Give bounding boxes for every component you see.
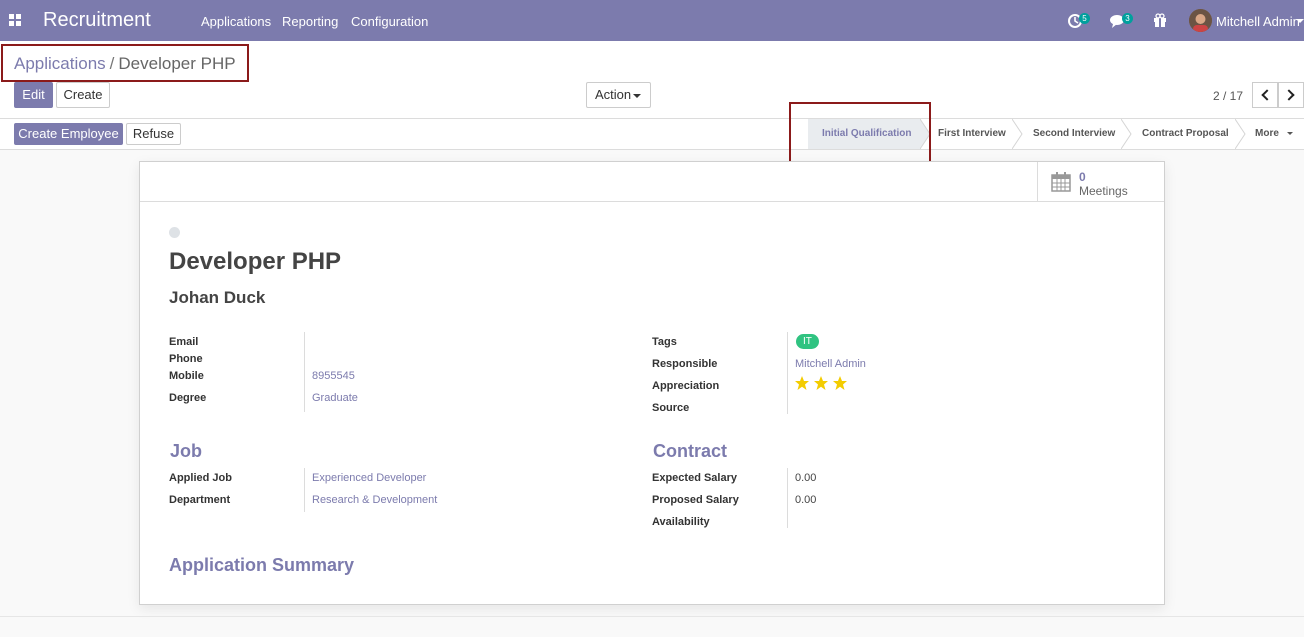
application-summary-title: Application Summary xyxy=(169,555,355,575)
job-group-title: Job xyxy=(170,441,203,461)
department-value[interactable]: Research & Development xyxy=(312,494,437,506)
field-divider xyxy=(304,332,305,412)
menu-configuration[interactable]: Configuration xyxy=(351,14,428,29)
pager-value[interactable]: 2 / 17 xyxy=(1213,89,1243,103)
source-label: Source xyxy=(652,402,690,414)
breadcrumb: Applications / Developer PHP xyxy=(14,54,236,74)
action-caret-icon xyxy=(633,94,641,98)
pager-next-button[interactable] xyxy=(1278,82,1304,108)
stage-arrow xyxy=(1235,119,1246,149)
field-divider xyxy=(787,332,788,414)
stage-arrow xyxy=(1121,119,1132,149)
breadcrumb-separator: / xyxy=(109,54,115,73)
degree-label: Degree xyxy=(169,392,207,404)
expected-salary-value[interactable]: 0.00 xyxy=(795,472,816,484)
proposed-salary-label: Proposed Salary xyxy=(652,494,739,506)
star-icon[interactable] xyxy=(832,375,848,391)
mobile-value[interactable]: 8955545 xyxy=(312,370,355,382)
applicant-title: Developer PHP xyxy=(169,248,342,275)
mobile-label: Mobile xyxy=(169,370,204,382)
menu-applications[interactable]: Applications xyxy=(201,14,271,29)
edit-button[interactable]: Edit xyxy=(14,82,53,108)
field-divider xyxy=(304,468,305,512)
contract-group-title: Contract xyxy=(653,441,728,461)
divider xyxy=(0,616,1304,617)
chevron-right-icon xyxy=(1283,89,1295,101)
gift-icon[interactable] xyxy=(1152,12,1170,30)
control-panel: Applications / Developer PHP xyxy=(0,41,1304,119)
breadcrumb-applications[interactable]: Applications xyxy=(14,54,106,73)
appreciation-label: Appreciation xyxy=(652,380,720,392)
stage-more-dropdown[interactable]: More xyxy=(1255,119,1293,149)
phone-label: Phone xyxy=(169,353,203,365)
app-title: Recruitment xyxy=(43,9,151,31)
stage-second-interview[interactable]: Second Interview xyxy=(1033,119,1115,149)
tag-badge[interactable]: IT xyxy=(796,334,819,349)
stage-arrow xyxy=(920,119,931,149)
form-sheet: 0 Meetings Developer PHP Johan Duck Emai… xyxy=(139,161,1165,605)
user-caret-icon[interactable] xyxy=(1296,19,1304,23)
more-label: More xyxy=(1255,128,1279,139)
button-box: 0 Meetings xyxy=(140,162,1164,202)
user-menu[interactable]: Mitchell Admin xyxy=(1216,14,1300,29)
tags-label: Tags xyxy=(652,336,677,348)
proposed-salary-value[interactable]: 0.00 xyxy=(795,494,816,506)
pager-previous-button[interactable] xyxy=(1252,82,1278,108)
action-label: Action xyxy=(595,87,632,102)
star-icon[interactable] xyxy=(794,375,810,391)
stage-first-interview[interactable]: First Interview xyxy=(938,119,1006,149)
calendar-icon xyxy=(1051,172,1071,192)
top-navbar: Recruitment Applications Reporting Confi… xyxy=(0,0,1304,41)
applicant-name: Johan Duck xyxy=(169,288,266,307)
department-label: Department xyxy=(169,494,231,506)
responsible-value[interactable]: Mitchell Admin xyxy=(795,358,866,370)
refuse-button[interactable]: Refuse xyxy=(126,123,181,145)
stage-contract-proposal[interactable]: Contract Proposal xyxy=(1142,119,1229,149)
user-avatar[interactable] xyxy=(1189,9,1212,32)
breadcrumb-current: Developer PHP xyxy=(118,54,236,73)
menu-reporting[interactable]: Reporting xyxy=(282,14,338,29)
create-employee-button[interactable]: Create Employee xyxy=(14,123,123,145)
applied-job-label: Applied Job xyxy=(169,472,232,484)
availability-label: Availability xyxy=(652,516,710,528)
stage-arrow xyxy=(1012,119,1023,149)
email-label: Email xyxy=(169,336,199,348)
star-icon[interactable] xyxy=(813,375,829,391)
degree-value[interactable]: Graduate xyxy=(312,392,358,404)
meetings-label: Meetings xyxy=(1079,184,1128,198)
chevron-left-icon xyxy=(1261,89,1273,101)
status-bar: Create Employee Refuse Initial Qualifica… xyxy=(0,119,1304,150)
priority-indicator[interactable] xyxy=(169,227,180,238)
action-dropdown[interactable]: Action xyxy=(586,82,651,108)
create-button[interactable]: Create xyxy=(56,82,110,108)
apps-menu-icon[interactable] xyxy=(9,14,21,26)
more-caret-icon xyxy=(1286,131,1293,135)
field-divider xyxy=(787,468,788,528)
expected-salary-label: Expected Salary xyxy=(652,472,737,484)
meetings-smart-button[interactable]: 0 Meetings xyxy=(1037,162,1164,201)
meetings-count: 0 xyxy=(1079,170,1086,184)
responsible-label: Responsible xyxy=(652,358,718,370)
applied-job-value[interactable]: Experienced Developer xyxy=(312,472,426,484)
stage-initial-qualification[interactable]: Initial Qualification xyxy=(808,119,921,149)
activity-badge: 5 xyxy=(1079,13,1090,24)
messages-badge: 3 xyxy=(1122,13,1133,24)
